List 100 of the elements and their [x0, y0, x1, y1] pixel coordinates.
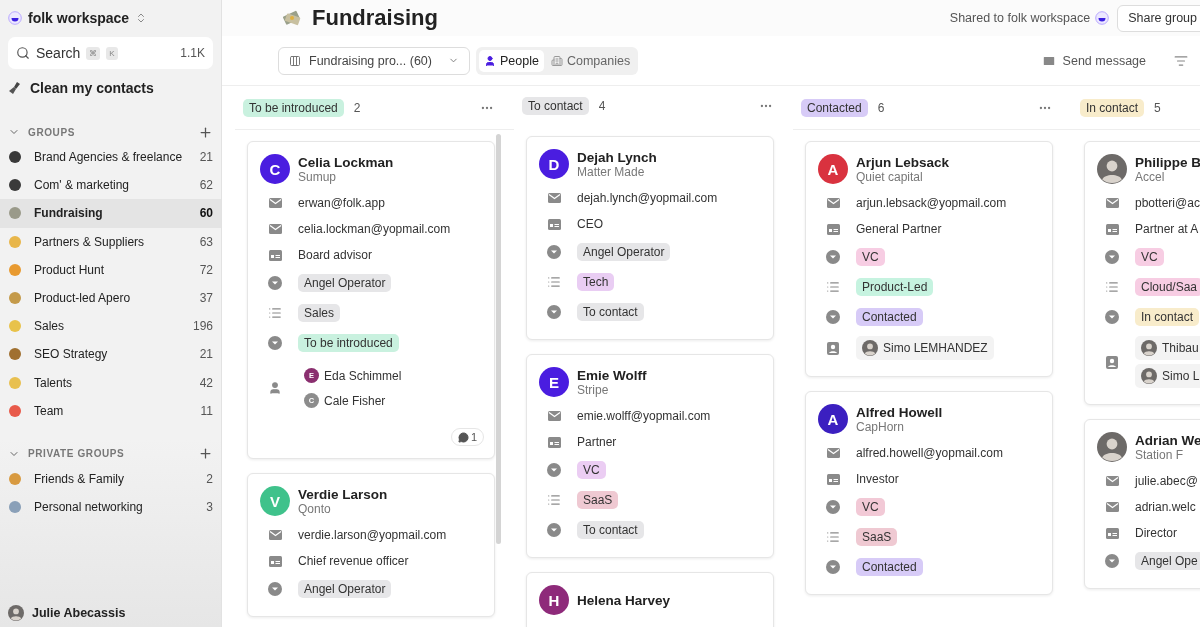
- email-text: verdie.larson@yopmail.com: [298, 528, 447, 542]
- mail-icon: [268, 530, 282, 540]
- avatar: C: [260, 154, 290, 184]
- view-tab[interactable]: Companies: [545, 49, 636, 72]
- group-item[interactable]: Brand Agencies & freelance 21: [0, 143, 221, 172]
- column-title: To contact: [522, 97, 589, 115]
- group-item[interactable]: Friends & Family 2: [0, 464, 221, 494]
- contact-card[interactable]: A Alfred Howell CapHorn alfred.howell@yopmail.com Investor VC SaaS Contacted: [805, 391, 1053, 595]
- add-icon[interactable]: [198, 124, 213, 140]
- send-message-button[interactable]: Send message: [1035, 52, 1152, 69]
- group-item[interactable]: Sales 196: [0, 312, 221, 341]
- group-item[interactable]: Com' & marketing 62: [0, 171, 221, 200]
- avatar: V: [260, 486, 290, 516]
- add-icon[interactable]: [198, 446, 213, 462]
- group-item[interactable]: Team 11: [0, 396, 221, 425]
- tag: To be introduced: [298, 334, 399, 352]
- contact-card[interactable]: Philippe B Accel pbotteri@ac Partner at A VC Cloud/Saa In contact Thibau Simo L: [1084, 141, 1200, 405]
- tag: VC: [856, 498, 885, 516]
- filter-icon[interactable]: [1174, 53, 1188, 68]
- mail-icon: [547, 193, 561, 203]
- group-item[interactable]: Personal networking 3: [0, 493, 221, 522]
- contact-card[interactable]: A Arjun Lebsack Quiet capital arjun.lebsack@yopmail.com General Partner VC Product-Led Contacted Simo LEMHANDEZ: [805, 141, 1053, 377]
- company-name: Matter Made: [577, 164, 645, 179]
- column-count: 2: [353, 101, 361, 115]
- share-button[interactable]: Share group: [1117, 4, 1200, 32]
- id-card-icon: [1105, 223, 1119, 235]
- mail-icon: [1105, 502, 1119, 512]
- tag: Sales: [298, 304, 341, 322]
- workspace-icon: [8, 11, 22, 25]
- chevron-circle-icon: [547, 463, 561, 477]
- contact-name: Emie Wolff: [577, 367, 647, 383]
- tag: Contacted: [856, 308, 923, 326]
- group-item[interactable]: Talents 42: [0, 368, 221, 397]
- chevron-circle-icon: [547, 245, 561, 259]
- owner-chip: Simo LEMHANDEZ: [856, 336, 994, 360]
- group-item[interactable]: Product Hunt 72: [0, 255, 221, 284]
- shared-label: Shared to folk workspace: [949, 11, 1091, 25]
- contact-card[interactable]: H Helena Harvey: [526, 572, 774, 627]
- search-icon: [16, 46, 30, 60]
- job-title: General Partner: [856, 222, 942, 236]
- tag: In contact: [1135, 308, 1200, 326]
- tag: SaaS: [577, 491, 619, 509]
- email-text: erwan@folk.app: [298, 196, 385, 210]
- list-icon: [1105, 280, 1119, 294]
- list-icon: [826, 530, 840, 544]
- contact-name: Helena Harvey: [577, 592, 671, 608]
- tag: SaaS: [856, 528, 898, 546]
- group-item[interactable]: Fundraising 60: [0, 199, 221, 228]
- person-name: Eda Schimmel: [324, 368, 402, 383]
- contact-name: Verdie Larson: [298, 486, 388, 502]
- tag: Angel Operator: [298, 580, 392, 598]
- clean-contacts-link[interactable]: Clean my contacts: [30, 80, 154, 96]
- money-icon: [282, 8, 302, 28]
- tag: Tech: [577, 273, 615, 291]
- company-name: Stripe: [577, 382, 610, 397]
- mail-icon: [1105, 198, 1119, 208]
- contact-name: Arjun Lebsack: [856, 154, 950, 170]
- workspace-name[interactable]: folk workspace: [28, 10, 130, 26]
- avatar: D: [539, 149, 569, 179]
- list-icon: [826, 280, 840, 294]
- scrollbar[interactable]: [496, 134, 501, 544]
- id-card-icon: [547, 218, 561, 230]
- contact-card[interactable]: D Dejah Lynch Matter Made dejah.lynch@yopmail.com CEO Angel Operator Tech To contact: [526, 136, 774, 340]
- id-card-icon: [826, 223, 840, 235]
- mail-icon: [1105, 476, 1119, 486]
- group-item[interactable]: Product-led Apero 37: [0, 283, 221, 313]
- tag: Contacted: [856, 558, 923, 576]
- contact-card[interactable]: E Emie Wolff Stripe emie.wolff@yopmail.com Partner VC SaaS To contact: [526, 354, 774, 558]
- user-name[interactable]: Julie Abecassis: [32, 606, 126, 620]
- contact-card[interactable]: V Verdie Larson Qonto verdie.larson@yopmail.com Chief revenue officer Angel Operator: [247, 473, 495, 617]
- building-icon: [550, 54, 563, 67]
- chevron-circle-icon: [268, 582, 282, 596]
- email-text: julie.abec@: [1135, 474, 1198, 488]
- column-title: Contacted: [801, 99, 868, 117]
- list-icon: [547, 493, 561, 507]
- avatar-icon: [1097, 154, 1127, 184]
- email-text: adrian.welc: [1135, 500, 1196, 514]
- column-count: 4: [598, 99, 606, 113]
- column-count: 6: [877, 101, 885, 115]
- view-selector[interactable]: Fundraising pro... (60): [278, 46, 470, 75]
- contact-icon: [1106, 355, 1118, 369]
- group-item[interactable]: Partners & Suppliers 63: [0, 227, 221, 256]
- contact-name: Celia Lockman: [298, 154, 394, 170]
- page-title: Fundraising: [312, 5, 438, 31]
- chevron-circle-icon: [1105, 250, 1119, 264]
- email-text: emie.wolff@yopmail.com: [577, 409, 711, 423]
- job-title: Partner at A: [1135, 222, 1199, 236]
- chevron-circle-icon: [826, 310, 840, 324]
- owner-chip: Simo L: [1135, 364, 1200, 388]
- id-card-icon: [547, 436, 561, 448]
- mail-icon: [268, 224, 282, 234]
- owner-chip: Thibau: [1135, 336, 1200, 360]
- view-tab[interactable]: People: [479, 49, 544, 72]
- search-field[interactable]: Search ⌘ K 1.1K: [8, 37, 213, 69]
- group-item[interactable]: SEO Strategy 21: [0, 340, 221, 369]
- avatar: H: [539, 585, 569, 615]
- job-title: Director: [1135, 526, 1177, 540]
- chevron-circle-icon: [1105, 554, 1119, 568]
- avatar-icon: [862, 340, 878, 356]
- tag: Angel Operator: [577, 243, 671, 261]
